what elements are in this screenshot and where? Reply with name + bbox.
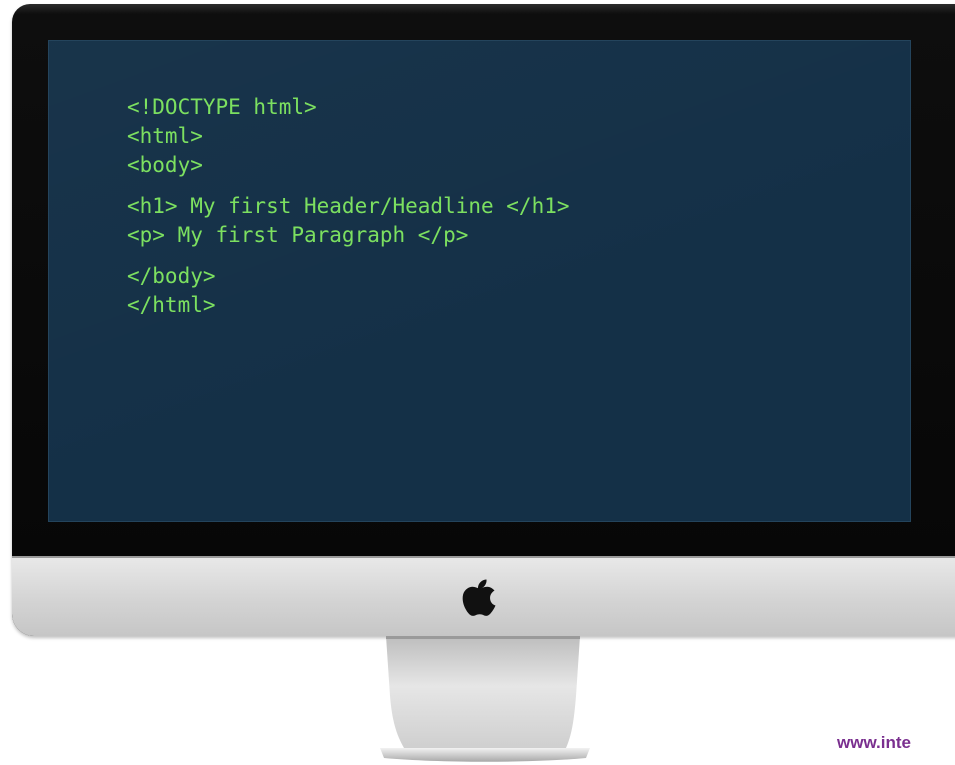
code-line-body-open: <body> [127, 153, 203, 177]
bezel-highlight [12, 4, 955, 14]
code-line-h1: <h1> My first Header/Headline </h1> [127, 194, 570, 218]
code-line-paragraph: <p> My first Paragraph </p> [127, 223, 469, 247]
monitor-screen: <!DOCTYPE html> <html> <body> <h1> My fi… [48, 40, 911, 522]
code-line-body-close: </body> [127, 264, 216, 288]
chin-divider [12, 556, 955, 558]
website-url: www.inte [837, 733, 911, 752]
apple-logo-icon [462, 579, 496, 616]
code-line-html-close: </html> [127, 293, 216, 317]
stage: elipdea <!DOCTYPE html> <html> <body> <h… [0, 0, 955, 765]
code-line-html-open: <html> [127, 124, 203, 148]
monitor-stand [380, 636, 590, 762]
code-line-doctype: <!DOCTYPE html> [127, 95, 317, 119]
code-block: <!DOCTYPE html> <html> <body> <h1> My fi… [127, 93, 570, 320]
